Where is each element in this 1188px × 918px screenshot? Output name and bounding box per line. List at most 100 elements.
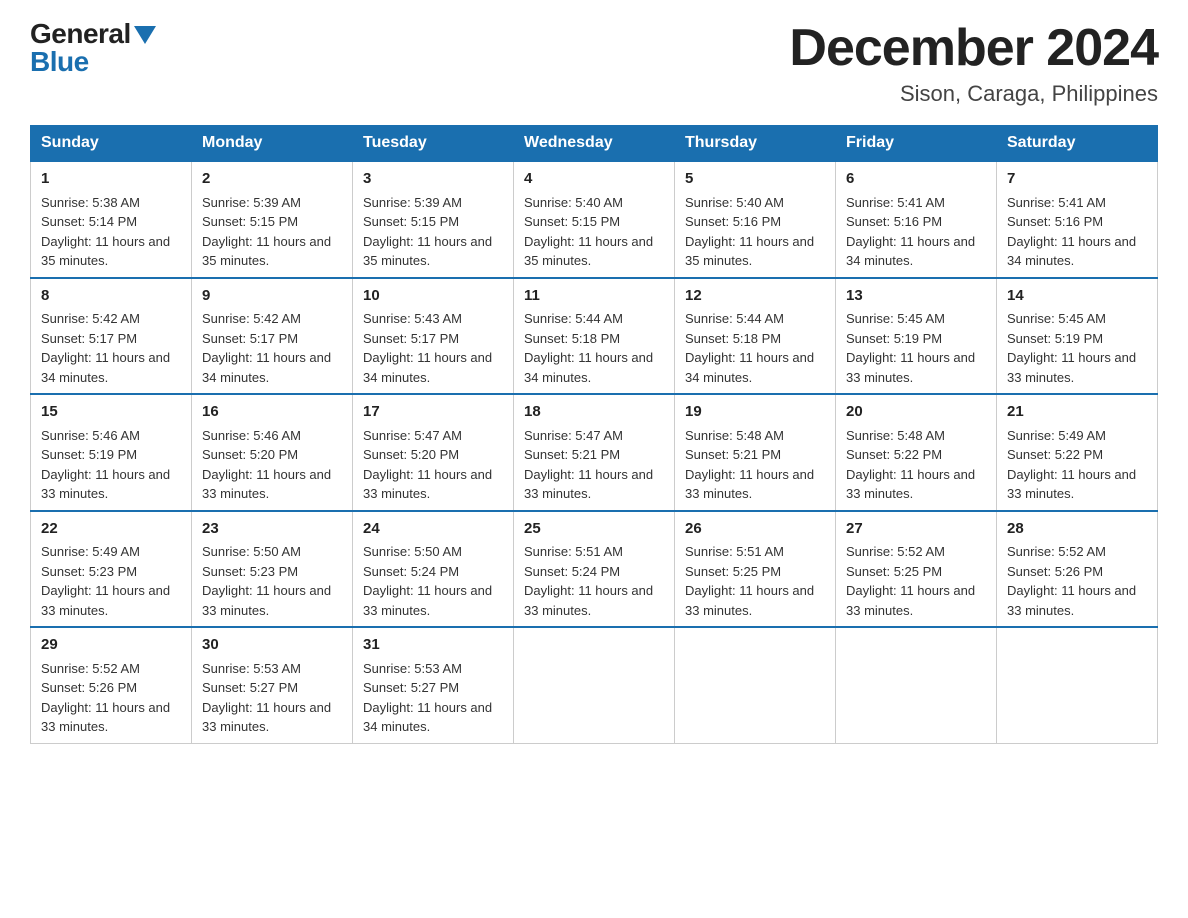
day-info: Sunrise: 5:49 AMSunset: 5:23 PMDaylight:… [41,542,181,620]
day-info: Sunrise: 5:49 AMSunset: 5:22 PMDaylight:… [1007,426,1147,504]
logo-arrow-icon [134,26,156,44]
day-info: Sunrise: 5:46 AMSunset: 5:20 PMDaylight:… [202,426,342,504]
day-number: 1 [41,168,181,191]
weekday-header-wednesday: Wednesday [514,126,675,162]
calendar-cell: 1Sunrise: 5:38 AMSunset: 5:14 PMDaylight… [31,161,192,278]
day-number: 17 [363,401,503,424]
day-number: 6 [846,168,986,191]
day-number: 19 [685,401,825,424]
day-number: 15 [41,401,181,424]
calendar-cell: 26Sunrise: 5:51 AMSunset: 5:25 PMDayligh… [675,511,836,628]
calendar-cell: 10Sunrise: 5:43 AMSunset: 5:17 PMDayligh… [353,278,514,395]
calendar-week-row: 22Sunrise: 5:49 AMSunset: 5:23 PMDayligh… [31,511,1158,628]
day-number: 18 [524,401,664,424]
calendar-cell: 30Sunrise: 5:53 AMSunset: 5:27 PMDayligh… [192,627,353,743]
weekday-header-friday: Friday [836,126,997,162]
day-info: Sunrise: 5:38 AMSunset: 5:14 PMDaylight:… [41,193,181,271]
calendar-cell: 8Sunrise: 5:42 AMSunset: 5:17 PMDaylight… [31,278,192,395]
day-number: 24 [363,518,503,541]
calendar-cell: 21Sunrise: 5:49 AMSunset: 5:22 PMDayligh… [997,394,1158,511]
weekday-header-thursday: Thursday [675,126,836,162]
day-info: Sunrise: 5:52 AMSunset: 5:25 PMDaylight:… [846,542,986,620]
day-info: Sunrise: 5:42 AMSunset: 5:17 PMDaylight:… [202,309,342,387]
day-number: 4 [524,168,664,191]
calendar-cell: 7Sunrise: 5:41 AMSunset: 5:16 PMDaylight… [997,161,1158,278]
calendar-cell: 5Sunrise: 5:40 AMSunset: 5:16 PMDaylight… [675,161,836,278]
day-number: 2 [202,168,342,191]
day-number: 12 [685,285,825,308]
day-info: Sunrise: 5:45 AMSunset: 5:19 PMDaylight:… [846,309,986,387]
day-info: Sunrise: 5:53 AMSunset: 5:27 PMDaylight:… [363,659,503,737]
calendar-cell [997,627,1158,743]
day-info: Sunrise: 5:41 AMSunset: 5:16 PMDaylight:… [846,193,986,271]
calendar-cell: 12Sunrise: 5:44 AMSunset: 5:18 PMDayligh… [675,278,836,395]
weekday-header-tuesday: Tuesday [353,126,514,162]
logo-general-text: General [30,20,131,48]
day-number: 11 [524,285,664,308]
day-info: Sunrise: 5:50 AMSunset: 5:24 PMDaylight:… [363,542,503,620]
calendar-cell [836,627,997,743]
day-number: 5 [685,168,825,191]
day-number: 3 [363,168,503,191]
calendar-cell: 19Sunrise: 5:48 AMSunset: 5:21 PMDayligh… [675,394,836,511]
month-title: December 2024 [789,20,1158,77]
day-info: Sunrise: 5:40 AMSunset: 5:16 PMDaylight:… [685,193,825,271]
weekday-header-monday: Monday [192,126,353,162]
day-number: 26 [685,518,825,541]
day-number: 9 [202,285,342,308]
calendar-cell: 13Sunrise: 5:45 AMSunset: 5:19 PMDayligh… [836,278,997,395]
calendar-cell: 6Sunrise: 5:41 AMSunset: 5:16 PMDaylight… [836,161,997,278]
day-info: Sunrise: 5:52 AMSunset: 5:26 PMDaylight:… [1007,542,1147,620]
day-info: Sunrise: 5:51 AMSunset: 5:24 PMDaylight:… [524,542,664,620]
page-header: General Blue December 2024 Sison, Caraga… [30,20,1158,107]
title-area: December 2024 Sison, Caraga, Philippines [789,20,1158,107]
logo-blue-text: Blue [30,48,89,76]
day-number: 8 [41,285,181,308]
day-info: Sunrise: 5:53 AMSunset: 5:27 PMDaylight:… [202,659,342,737]
calendar-cell: 20Sunrise: 5:48 AMSunset: 5:22 PMDayligh… [836,394,997,511]
calendar-cell: 28Sunrise: 5:52 AMSunset: 5:26 PMDayligh… [997,511,1158,628]
calendar-cell: 16Sunrise: 5:46 AMSunset: 5:20 PMDayligh… [192,394,353,511]
day-info: Sunrise: 5:42 AMSunset: 5:17 PMDaylight:… [41,309,181,387]
calendar-cell: 31Sunrise: 5:53 AMSunset: 5:27 PMDayligh… [353,627,514,743]
calendar-cell: 23Sunrise: 5:50 AMSunset: 5:23 PMDayligh… [192,511,353,628]
day-info: Sunrise: 5:44 AMSunset: 5:18 PMDaylight:… [685,309,825,387]
calendar-week-row: 8Sunrise: 5:42 AMSunset: 5:17 PMDaylight… [31,278,1158,395]
calendar-cell: 9Sunrise: 5:42 AMSunset: 5:17 PMDaylight… [192,278,353,395]
day-info: Sunrise: 5:39 AMSunset: 5:15 PMDaylight:… [363,193,503,271]
location-subtitle: Sison, Caraga, Philippines [789,81,1158,107]
day-info: Sunrise: 5:47 AMSunset: 5:21 PMDaylight:… [524,426,664,504]
day-number: 31 [363,634,503,657]
day-info: Sunrise: 5:41 AMSunset: 5:16 PMDaylight:… [1007,193,1147,271]
day-number: 10 [363,285,503,308]
weekday-header-sunday: Sunday [31,126,192,162]
day-number: 20 [846,401,986,424]
calendar-cell: 25Sunrise: 5:51 AMSunset: 5:24 PMDayligh… [514,511,675,628]
day-info: Sunrise: 5:47 AMSunset: 5:20 PMDaylight:… [363,426,503,504]
calendar-cell: 24Sunrise: 5:50 AMSunset: 5:24 PMDayligh… [353,511,514,628]
day-info: Sunrise: 5:46 AMSunset: 5:19 PMDaylight:… [41,426,181,504]
logo: General Blue [30,20,156,76]
day-info: Sunrise: 5:45 AMSunset: 5:19 PMDaylight:… [1007,309,1147,387]
day-number: 30 [202,634,342,657]
day-number: 21 [1007,401,1147,424]
day-info: Sunrise: 5:39 AMSunset: 5:15 PMDaylight:… [202,193,342,271]
calendar-cell: 2Sunrise: 5:39 AMSunset: 5:15 PMDaylight… [192,161,353,278]
calendar-cell: 17Sunrise: 5:47 AMSunset: 5:20 PMDayligh… [353,394,514,511]
day-number: 13 [846,285,986,308]
day-info: Sunrise: 5:44 AMSunset: 5:18 PMDaylight:… [524,309,664,387]
calendar-cell [514,627,675,743]
calendar-week-row: 15Sunrise: 5:46 AMSunset: 5:19 PMDayligh… [31,394,1158,511]
day-number: 28 [1007,518,1147,541]
calendar-cell: 3Sunrise: 5:39 AMSunset: 5:15 PMDaylight… [353,161,514,278]
day-number: 16 [202,401,342,424]
day-number: 25 [524,518,664,541]
calendar-cell: 15Sunrise: 5:46 AMSunset: 5:19 PMDayligh… [31,394,192,511]
calendar-cell: 14Sunrise: 5:45 AMSunset: 5:19 PMDayligh… [997,278,1158,395]
day-info: Sunrise: 5:51 AMSunset: 5:25 PMDaylight:… [685,542,825,620]
weekday-header-row: SundayMondayTuesdayWednesdayThursdayFrid… [31,126,1158,162]
calendar-week-row: 29Sunrise: 5:52 AMSunset: 5:26 PMDayligh… [31,627,1158,743]
day-number: 27 [846,518,986,541]
day-number: 29 [41,634,181,657]
day-info: Sunrise: 5:48 AMSunset: 5:21 PMDaylight:… [685,426,825,504]
